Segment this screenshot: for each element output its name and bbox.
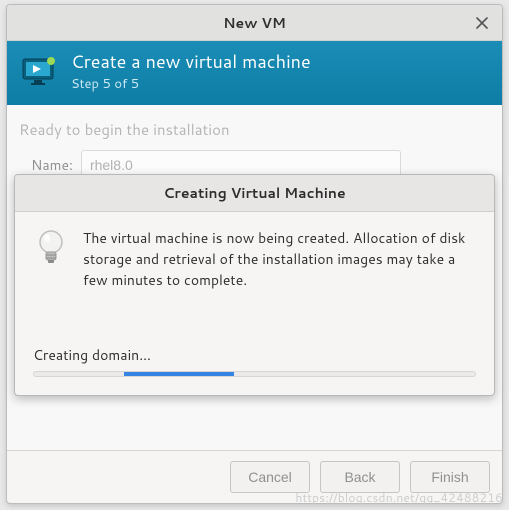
name-label: Name: bbox=[31, 155, 73, 175]
window-title: New VM bbox=[223, 13, 286, 33]
wizard-footer: Cancel Back Finish bbox=[7, 450, 502, 503]
dialog-title: Creating Virtual Machine bbox=[15, 175, 494, 212]
progress-dialog: Creating Virtual Machine The virtual mac… bbox=[14, 174, 495, 396]
cancel-button[interactable]: Cancel bbox=[230, 461, 310, 493]
titlebar: New VM bbox=[7, 5, 502, 41]
progress-bar-fill bbox=[124, 372, 234, 376]
wizard-step: Step 5 of 5 bbox=[71, 75, 311, 93]
lightbulb-icon bbox=[33, 228, 69, 277]
wizard-title: Create a new virtual machine bbox=[71, 51, 311, 73]
dialog-message: The virtual machine is now being created… bbox=[83, 228, 476, 291]
dialog-body: The virtual machine is now being created… bbox=[15, 212, 494, 395]
dialog-status: Creating domain... bbox=[33, 345, 476, 365]
progress-bar bbox=[33, 371, 476, 377]
ready-label: Ready to begin the installation bbox=[19, 119, 490, 140]
header-text: Create a new virtual machine Step 5 of 5 bbox=[71, 51, 311, 93]
back-button[interactable]: Back bbox=[320, 461, 400, 493]
close-icon[interactable] bbox=[472, 13, 492, 33]
finish-button[interactable]: Finish bbox=[410, 461, 490, 493]
dialog-row: The virtual machine is now being created… bbox=[33, 228, 476, 291]
wizard-header: Create a new virtual machine Step 5 of 5 bbox=[7, 41, 502, 105]
monitor-icon bbox=[21, 55, 59, 89]
